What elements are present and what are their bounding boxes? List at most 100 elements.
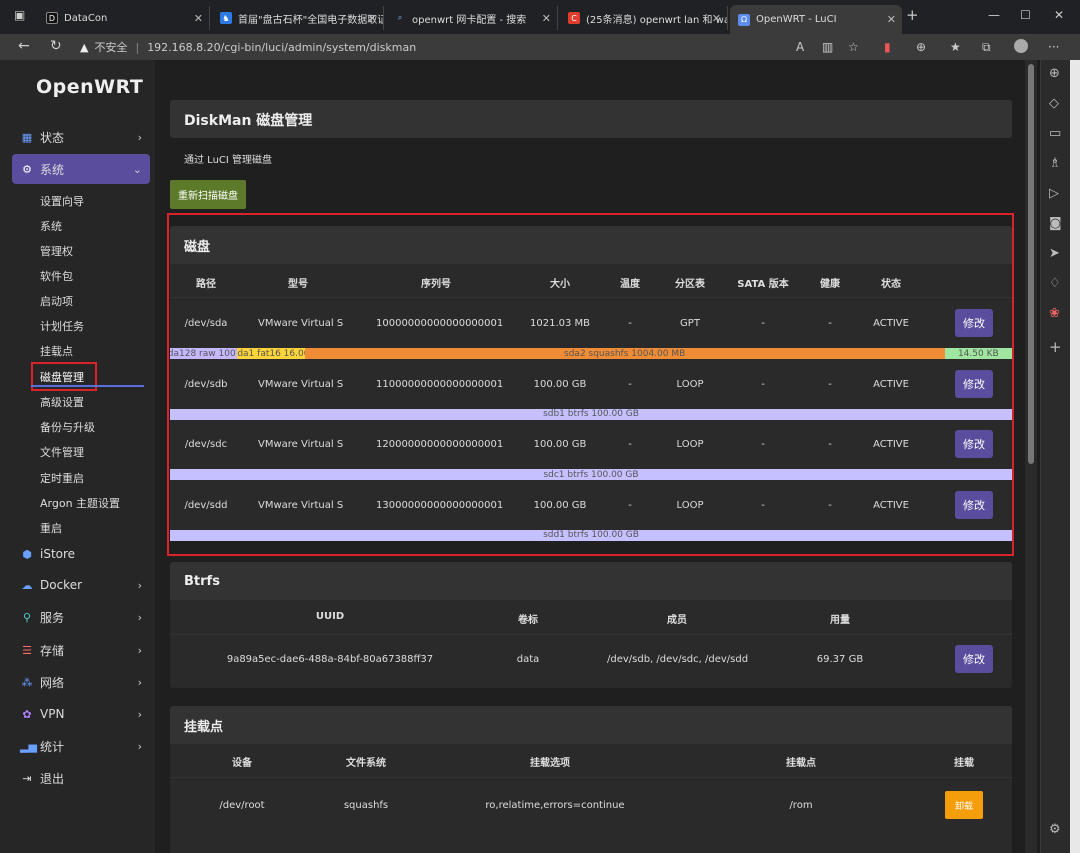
nav-system[interactable]: ⚙ 系统 ⌄ — [12, 154, 150, 184]
scrollbar-thumb[interactable] — [1028, 64, 1034, 464]
umount-button[interactable]: 卸载 — [945, 791, 983, 819]
rescan-button[interactable]: 重新扫描磁盘 — [170, 180, 246, 209]
chevron-down-icon: ⌄ — [132, 162, 142, 176]
extension-icon[interactable]: ▮ — [884, 40, 891, 54]
tab-search[interactable]: ⌕ openwrt 网卡配置 - 搜索 ✕ — [386, 6, 558, 30]
sub-setup-wizard[interactable]: 设置向导 — [40, 193, 84, 209]
tab-pangu[interactable]: ♞ 首届"盘古石杯"全国电子数据取证 ✕ — [212, 6, 384, 30]
bell-icon[interactable]: ♢ — [1049, 276, 1061, 291]
disk-ptable: LOOP — [676, 378, 704, 390]
disk-sata: - — [761, 439, 765, 450]
sub-backup[interactable]: 备份与升级 — [40, 419, 95, 435]
read-aloud-icon[interactable]: A — [796, 40, 804, 54]
sub-admin[interactable]: 管理权 — [40, 243, 73, 259]
tab-actions-icon[interactable]: ▣ — [14, 8, 25, 22]
app-icon[interactable]: ❀ — [1049, 306, 1060, 321]
nav-docker[interactable]: ☁ Docker › — [12, 572, 150, 598]
briefcase-icon[interactable]: ▭ — [1049, 126, 1061, 141]
mount-fs: squashfs — [343, 800, 389, 811]
tab-luci[interactable]: Ω OpenWRT - LuCI ✕ — [730, 5, 902, 34]
chess-icon[interactable]: ♗ — [1049, 156, 1061, 171]
sub-crontab[interactable]: 计划任务 — [40, 318, 84, 334]
network-icon: ⁂ — [21, 675, 33, 689]
reader-icon[interactable]: ▥ — [822, 40, 833, 54]
disk-edit-button[interactable]: 修改 — [955, 309, 993, 337]
nav-services[interactable]: ⚲ 服务 › — [12, 604, 150, 630]
outlook-icon[interactable]: ◙ — [1049, 216, 1062, 231]
logo: OpenWRT — [36, 76, 144, 98]
collections-icon[interactable]: ⧉ — [982, 40, 991, 55]
sub-software[interactable]: 软件包 — [40, 268, 73, 284]
new-tab-icon[interactable]: + — [906, 6, 919, 24]
page-scrollbar[interactable] — [1025, 60, 1037, 853]
sidebar: OpenWRT ▦ 状态 › ⚙ 系统 ⌄ 设置向导 系统 管理权 软件包 启动… — [0, 60, 155, 853]
favorite-add-icon[interactable]: ☆ — [848, 40, 859, 54]
settings-gear-icon[interactable]: ⚙ — [1049, 822, 1061, 837]
maximize-icon[interactable]: ☐ — [1020, 8, 1031, 22]
zoom-icon[interactable]: ⊕ — [1049, 66, 1060, 81]
send-icon[interactable]: ➤ — [1049, 246, 1060, 261]
col-mount: 挂载 — [954, 758, 974, 769]
close-icon[interactable]: ✕ — [194, 12, 203, 25]
nav-istore[interactable]: ⬢ iStore — [12, 541, 150, 567]
window-close-icon[interactable]: ✕ — [1054, 8, 1064, 22]
disk-edit-button[interactable]: 修改 — [955, 430, 993, 458]
sub-startup[interactable]: 启动项 — [40, 293, 73, 309]
tab-csdn[interactable]: C (25条消息) openwrt lan 和 wan配 ✕ — [560, 6, 728, 30]
more-icon[interactable]: ··· — [1048, 40, 1059, 54]
partition-segment[interactable]: 14.50 KB — [944, 348, 1012, 359]
close-icon[interactable]: ✕ — [887, 13, 896, 26]
close-icon[interactable]: ✕ — [712, 12, 721, 25]
gear-icon: ⚙ — [22, 162, 32, 176]
disk-size: 100.00 GB — [533, 378, 587, 390]
play-icon[interactable]: ▷ — [1049, 186, 1059, 201]
nav-storage[interactable]: ☰ 存储 › — [12, 637, 150, 663]
nav-network[interactable]: ⁂ 网络 › — [12, 669, 150, 695]
sub-argon[interactable]: Argon 主题设置 — [40, 495, 120, 511]
disk-size: 100.00 GB — [533, 499, 587, 511]
sub-advanced[interactable]: 高级设置 — [40, 394, 84, 410]
minimize-icon[interactable]: — — [988, 8, 1000, 22]
tag-icon[interactable]: ◇ — [1049, 96, 1059, 111]
partition-segment[interactable]: sda1 fat16 16.00 — [237, 348, 305, 359]
chevron-right-icon: › — [137, 707, 142, 721]
favorites-icon[interactable]: ★ — [950, 40, 961, 54]
sub-mount-points[interactable]: 挂载点 — [40, 343, 73, 359]
nav-vpn[interactable]: ✿ VPN › — [12, 701, 150, 727]
partition-segment[interactable]: sda128 raw 1007. — [170, 348, 238, 359]
chevron-right-icon: › — [137, 578, 142, 592]
puzzle-icon[interactable]: ⊕ — [916, 40, 926, 54]
sub-reboot[interactable]: 重启 — [40, 520, 62, 536]
partition-segment[interactable]: sdc1 btrfs 100.00 GB — [170, 469, 1012, 480]
btrfs-usage: 69.37 GB — [816, 654, 864, 665]
warning-icon: ▲ — [80, 40, 89, 54]
storage-icon: ☰ — [22, 643, 32, 657]
sub-file-manager[interactable]: 文件管理 — [40, 444, 84, 460]
status-icon: ▦ — [21, 130, 33, 144]
partition-segment[interactable]: sdb1 btrfs 100.00 GB — [170, 408, 1012, 420]
disk-health: - — [828, 439, 832, 450]
refresh-icon[interactable]: ↻ — [50, 38, 62, 54]
url-field[interactable]: ▲ 不安全 | 192.168.8.20/cgi-bin/luci/admin/… — [80, 37, 878, 57]
disk-temp: - — [628, 499, 632, 511]
disk-edit-button[interactable]: 修改 — [955, 490, 993, 519]
mount-options: ro,relatime,errors=continue — [485, 800, 625, 811]
tab-datacon[interactable]: D DataCon ✕ — [38, 6, 210, 30]
add-icon[interactable]: + — [1049, 338, 1062, 356]
back-arrow-icon[interactable]: ← — [18, 38, 30, 54]
mounts-panel: 挂载点 — [170, 706, 1012, 853]
chevron-right-icon: › — [137, 675, 142, 689]
nav-status[interactable]: ▦ 状态 › — [12, 124, 150, 150]
nav-stats[interactable]: ▂▅ 统计 › — [12, 733, 150, 759]
partition-segment[interactable]: sdd1 btrfs 100.00 GB — [170, 529, 1012, 541]
avatar[interactable] — [1014, 39, 1028, 53]
sub-system[interactable]: 系统 — [40, 218, 62, 234]
chevron-right-icon: › — [137, 130, 142, 144]
nav-logout[interactable]: ⇥ 退出 — [12, 765, 150, 791]
close-icon[interactable]: ✕ — [542, 12, 551, 25]
partition-segment[interactable]: sda2 squashfs 1004.00 MB — [304, 348, 945, 359]
btrfs-edit-button[interactable]: 修改 — [955, 645, 993, 673]
disk-edit-button[interactable]: 修改 — [955, 369, 993, 398]
sub-timed-reboot[interactable]: 定时重启 — [40, 470, 84, 486]
close-icon[interactable]: ✕ — [368, 12, 377, 25]
